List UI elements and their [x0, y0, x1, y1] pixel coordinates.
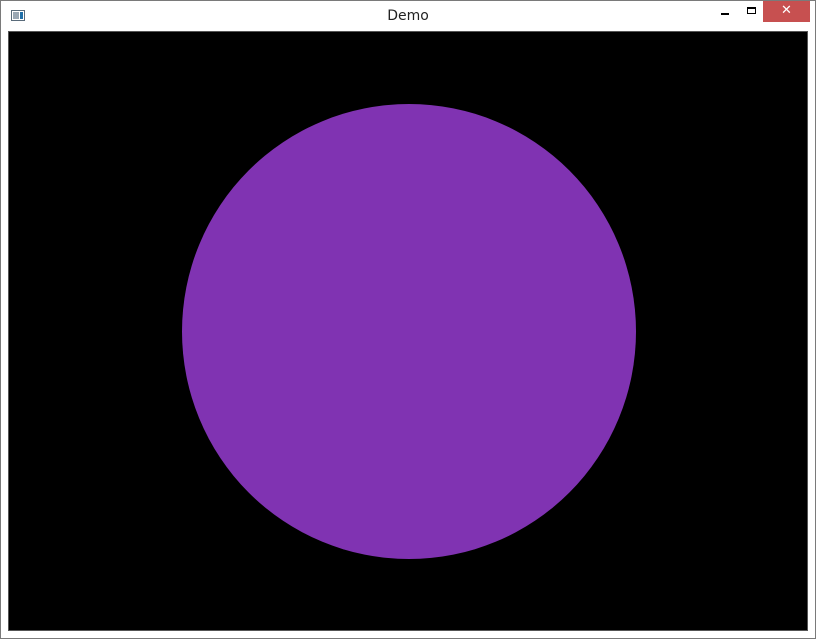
maximize-icon [747, 7, 756, 14]
purple-circle [182, 104, 636, 559]
window-title: Demo [387, 8, 429, 24]
close-icon: ✕ [781, 3, 792, 18]
minimize-icon [721, 13, 729, 15]
minimize-button[interactable] [712, 1, 738, 22]
title-bar[interactable]: Demo ✕ [1, 1, 815, 31]
close-button[interactable]: ✕ [763, 1, 810, 22]
app-window: Demo ✕ [0, 0, 816, 639]
render-canvas[interactable] [8, 31, 808, 631]
maximize-button[interactable] [738, 1, 764, 22]
